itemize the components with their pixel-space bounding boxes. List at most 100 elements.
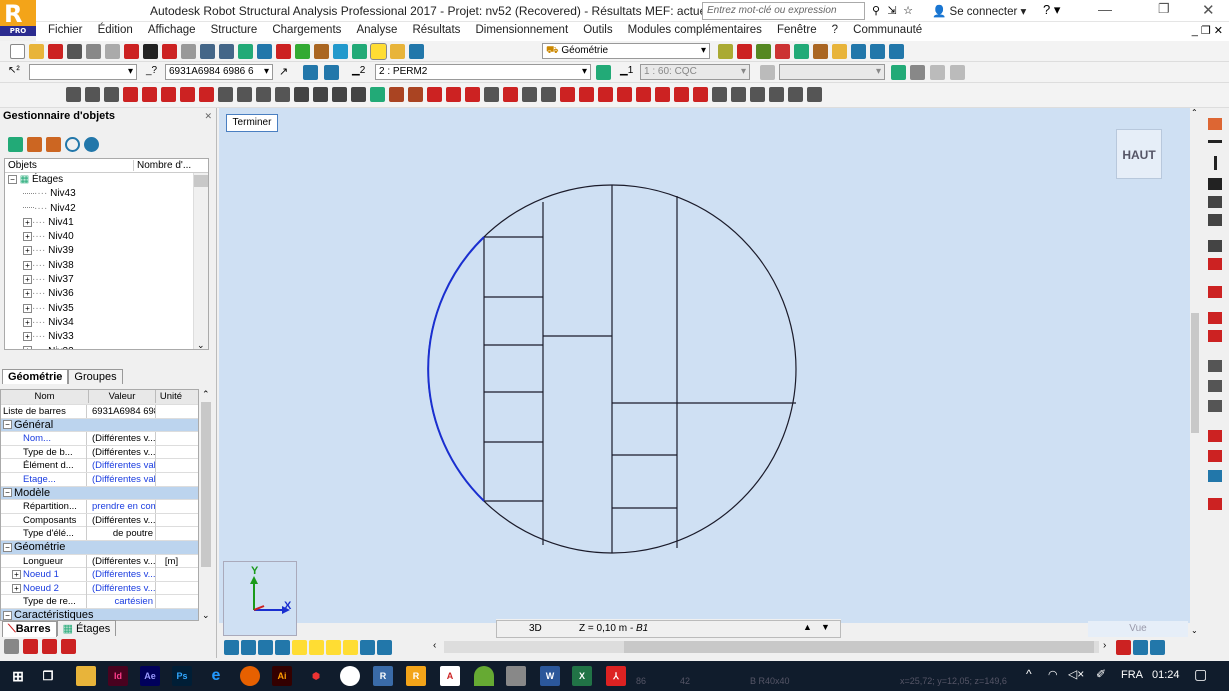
mode-opt2-icon[interactable] — [950, 65, 965, 80]
tree-floor-item[interactable]: ···· Niv43 — [5, 187, 208, 201]
task-view-icon[interactable]: ❐ — [38, 666, 58, 686]
mode-opt1-icon[interactable] — [930, 65, 945, 80]
menu-help[interactable]: ? — [826, 22, 844, 38]
tree-floor-item[interactable]: +···· Niv32 — [5, 345, 208, 349]
vertical-scrollbar[interactable]: ⌃ ⌄ — [1190, 108, 1200, 635]
header-unit[interactable]: Unité — [156, 390, 186, 403]
autocad-icon[interactable]: A — [440, 666, 460, 686]
standard-toolbar-icons[interactable] — [8, 41, 538, 62]
chrome-icon[interactable] — [340, 666, 360, 686]
property-value[interactable]: (Différentes v... — [90, 513, 156, 527]
property-row[interactable]: Liste de barres6931A6984 6986 6... — [1, 405, 198, 419]
property-value[interactable]: cartésien — [90, 595, 156, 609]
view-3d-button[interactable]: 3D — [529, 623, 542, 634]
menu-resultats[interactable]: Résultats — [406, 22, 466, 38]
props-scrollbar[interactable]: ⌃ ⌄ — [199, 389, 213, 621]
mode-list-icon[interactable] — [891, 65, 906, 80]
expand-icon[interactable]: + — [23, 317, 32, 327]
property-value[interactable]: (Différentes v... — [90, 581, 156, 595]
expand-icon[interactable]: + — [23, 289, 32, 299]
tab-barres[interactable]: ⟍Barres — [2, 621, 57, 637]
menu-outils[interactable]: Outils — [577, 22, 618, 38]
acrobat-icon[interactable]: ⅄ — [606, 666, 626, 686]
photoshop-icon[interactable]: Ps — [172, 666, 192, 686]
header-name[interactable]: Nom — [1, 390, 89, 403]
tab-groupes[interactable]: Groupes — [68, 369, 123, 384]
binoculars-icon[interactable]: ⚲ ⇲ ☆ — [868, 3, 928, 19]
property-section[interactable]: − Modèle — [1, 486, 198, 501]
menu-fenetre[interactable]: Fenêtre — [771, 22, 823, 38]
mode-icon[interactable] — [760, 65, 775, 80]
indesign-icon[interactable]: Id — [108, 666, 128, 686]
expand-icon[interactable]: + — [23, 346, 32, 349]
mdi-controls[interactable]: _ ❐ ✕ — [1192, 24, 1223, 37]
wall-icon[interactable] — [1208, 196, 1222, 208]
menu-edition[interactable]: Édition — [92, 22, 139, 38]
word-icon[interactable]: W — [540, 666, 560, 686]
panel-close-icon[interactable]: ✕ — [204, 111, 212, 122]
help-icon[interactable]: ? ▾ — [1043, 2, 1060, 18]
support-icon[interactable] — [1208, 312, 1222, 324]
app-logo[interactable]: R PRO — [0, 0, 36, 36]
maximize-button[interactable]: ❐ — [1158, 1, 1170, 17]
property-value[interactable]: (Différentes v... — [90, 568, 156, 582]
load-icon[interactable] — [1208, 430, 1222, 442]
select-icon[interactable]: ↗ — [279, 65, 288, 78]
notifications-icon[interactable]: ▢ — [1194, 666, 1207, 683]
scroll-up-icon[interactable]: ⌃ — [1191, 108, 1198, 117]
tree-floor-item[interactable]: ···· Niv42 — [5, 202, 208, 216]
collapse-icon[interactable]: − — [3, 488, 12, 498]
property-value[interactable]: 6931A6984 6986 6... — [90, 405, 156, 418]
beam-icon[interactable] — [1208, 240, 1222, 252]
property-section[interactable]: − Géométrie — [1, 540, 198, 555]
bar-h-icon[interactable] — [1208, 140, 1222, 143]
model-view-canvas[interactable]: Terminer HAUT Y X — [219, 108, 1190, 636]
menu-fichier[interactable]: Fichier — [42, 22, 89, 38]
tree-floor-item[interactable]: + ···· Niv39 — [5, 244, 208, 258]
structure-drawing[interactable] — [219, 108, 1190, 623]
property-row[interactable]: Longueur (Différentes v... [m] — [1, 554, 198, 569]
property-section[interactable]: − Général — [1, 418, 198, 433]
menu-communaute[interactable]: Communauté — [847, 22, 928, 38]
layout-toolbar-icons[interactable] — [716, 41, 976, 62]
illustrator-icon[interactable]: Ai — [272, 666, 292, 686]
stories-icon[interactable] — [1208, 400, 1222, 412]
expand-icon[interactable]: + — [23, 217, 32, 227]
property-row[interactable]: Etage... (Différentes vale — [1, 472, 198, 487]
tree-floor-item[interactable]: + ···· Niv37 — [5, 273, 208, 287]
level-down-icon[interactable]: ▼ — [821, 622, 830, 632]
tree-scrollbar[interactable]: ⌄ — [193, 173, 208, 349]
horizontal-scroll-thumb[interactable] — [624, 641, 1094, 653]
property-row[interactable]: Élément d... (Différentes vale — [1, 459, 198, 473]
col-objects[interactable]: Objets — [8, 160, 37, 171]
tab-geometrie[interactable]: Géométrie — [2, 369, 69, 384]
props-toolbar[interactable] — [2, 636, 92, 654]
combination-icon[interactable] — [1208, 450, 1222, 462]
scroll-down-icon[interactable]: ⌄ — [1191, 626, 1198, 635]
vertical-scroll-thumb[interactable] — [1191, 313, 1199, 433]
robot-icon[interactable]: R — [373, 666, 393, 686]
load-case-combo[interactable]: 2 : PERM2 ▾ — [375, 64, 591, 80]
expand-icon[interactable]: + — [12, 570, 21, 580]
pen-icon[interactable]: ✐ — [1096, 667, 1106, 681]
load-case-icon[interactable]: ▁2 — [352, 65, 365, 76]
tree-scroll-thumb[interactable] — [194, 175, 208, 187]
menu-dimensionnement[interactable]: Dimensionnement — [469, 22, 574, 38]
expand-icon[interactable]: + — [12, 583, 21, 593]
property-value[interactable]: (Différentes v... — [90, 445, 156, 459]
window-tile-icons[interactable] — [1115, 639, 1195, 655]
mode-filter-icon[interactable] — [910, 65, 925, 80]
grid-icon[interactable] — [1208, 380, 1222, 392]
close-button[interactable]: ✕ — [1202, 1, 1215, 19]
menu-modules[interactable]: Modules complémentaires — [622, 22, 768, 38]
expand-icon[interactable]: + — [23, 246, 32, 256]
collapse-icon[interactable]: − — [3, 420, 12, 430]
property-value[interactable]: prendre en comp — [90, 500, 156, 514]
node-icon[interactable] — [1208, 118, 1222, 130]
structure-toolbar-icons[interactable] — [64, 84, 1024, 106]
collapse-icon[interactable]: − — [3, 610, 12, 620]
expand-icon[interactable]: + — [23, 332, 32, 342]
props-scroll-thumb[interactable] — [201, 402, 211, 567]
tree-floor-item[interactable]: + ···· Niv36 — [5, 287, 208, 301]
scroll-up-icon[interactable]: ⌃ — [202, 389, 210, 400]
